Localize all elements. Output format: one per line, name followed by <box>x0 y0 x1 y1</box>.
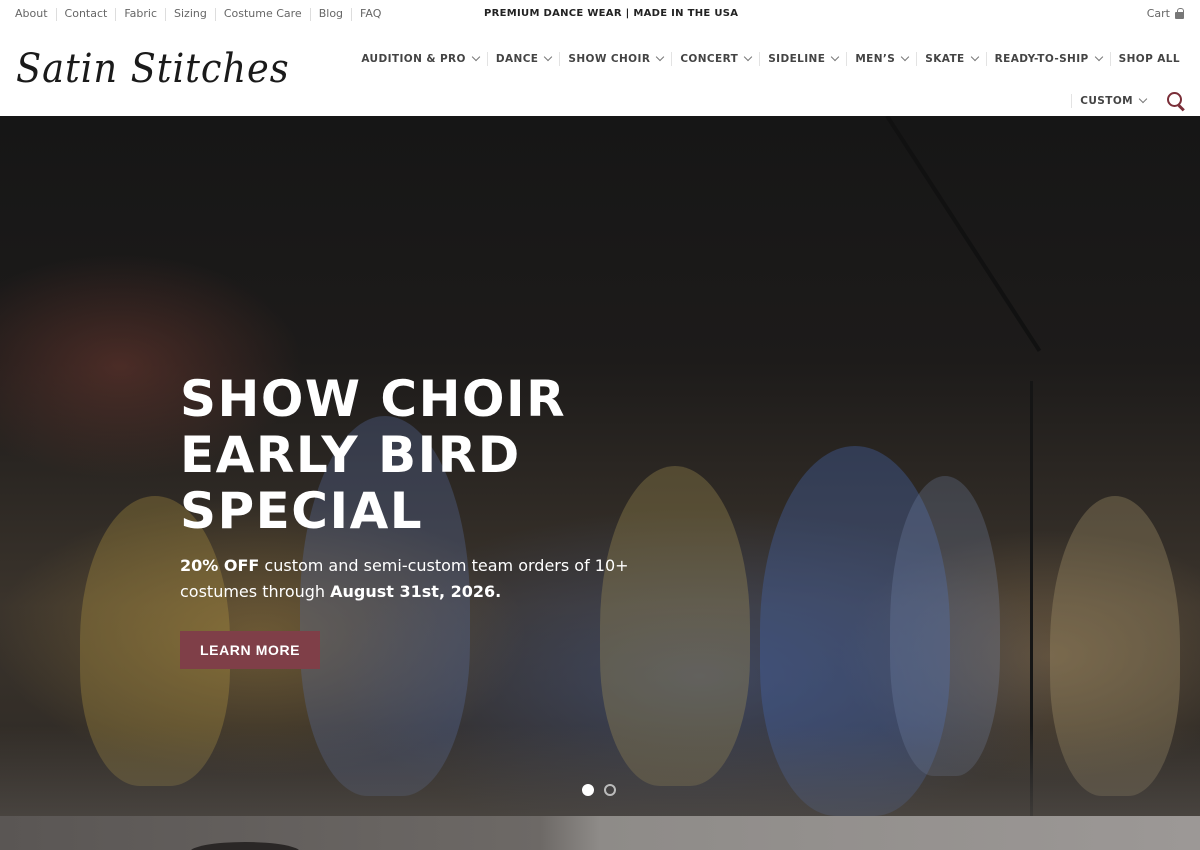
divider <box>214 7 216 21</box>
hero-deadline: August 31st, 2026. <box>330 582 502 601</box>
nav-label: SKATE <box>925 53 965 65</box>
nav-label: CONCERT <box>680 53 739 65</box>
nav-item-shop-all[interactable]: SHOP ALL <box>1109 52 1188 66</box>
next-section-banner <box>0 816 1200 850</box>
nav-item-audition-pro[interactable]: AUDITION & PRO <box>353 52 487 66</box>
cart-label: Cart <box>1146 7 1170 20</box>
divider <box>309 7 311 21</box>
chevron-down-icon <box>831 52 840 62</box>
promo-banner-text: PREMIUM DANCE WEAR | MADE IN THE USA <box>484 8 739 19</box>
divider <box>55 7 57 21</box>
top-link-fabric[interactable]: Fabric <box>124 7 157 21</box>
nav-item-ready-to-ship[interactable]: READY-TO-SHIP <box>985 52 1110 66</box>
nav-label: SIDELINE <box>768 53 826 65</box>
nav-label: AUDITION & PRO <box>361 53 466 65</box>
hero-content: SHOW CHOIR EARLY BIRD SPECIAL 20% OFF cu… <box>180 371 740 669</box>
chevron-down-icon <box>743 52 753 62</box>
site-header: Satin Stitches AUDITION & PRO DANCE SHOW… <box>0 30 1200 116</box>
chevron-down-icon <box>544 52 553 62</box>
chevron-down-icon <box>1138 94 1148 104</box>
top-link-blog[interactable]: Blog <box>319 7 343 21</box>
divider <box>115 7 117 21</box>
learn-more-button[interactable]: LEARN MORE <box>180 631 321 669</box>
site-logo[interactable]: Satin Stitches <box>16 42 326 102</box>
logo-text: Satin Stitches <box>16 46 290 92</box>
divider <box>351 7 353 21</box>
nav-item-sideline[interactable]: SIDELINE <box>759 52 846 66</box>
cart-link[interactable]: Cart <box>1147 7 1185 20</box>
main-nav: AUDITION & PRO DANCE SHOW CHOIR CONCERT … <box>353 52 1188 66</box>
nav-item-show-choir[interactable]: SHOW CHOIR <box>559 52 671 66</box>
top-links: About Contact Fabric Sizing Costume Care… <box>15 7 381 21</box>
hero-discount: 20% OFF <box>180 556 260 575</box>
shopping-bag-icon <box>1174 8 1185 19</box>
nav-item-skate[interactable]: SKATE <box>916 52 985 66</box>
hero-title-line: SHOW CHOIR <box>180 370 567 428</box>
chevron-down-icon <box>970 52 979 62</box>
nav-item-dance[interactable]: DANCE <box>486 52 560 66</box>
nav-label: CUSTOM <box>1080 95 1133 107</box>
divider <box>165 7 166 21</box>
slider-dot-1[interactable] <box>582 784 594 796</box>
nav-item-mens[interactable]: MEN’S <box>846 52 916 66</box>
nav-label: SHOW CHOIR <box>568 53 651 65</box>
search-icon[interactable] <box>1164 91 1188 111</box>
chevron-down-icon <box>901 52 910 62</box>
hero-subtitle: 20% OFF custom and semi-custom team orde… <box>180 553 650 605</box>
nav-item-concert[interactable]: CONCERT <box>671 52 759 66</box>
chevron-down-icon <box>471 52 481 62</box>
top-link-sizing[interactable]: Sizing <box>174 7 207 21</box>
top-link-contact[interactable]: Contact <box>65 7 108 21</box>
chevron-down-icon <box>1094 52 1103 62</box>
hero-title: SHOW CHOIR EARLY BIRD SPECIAL <box>180 371 740 539</box>
secondary-nav: CUSTOM <box>1071 91 1188 111</box>
hero-slider: SHOW CHOIR EARLY BIRD SPECIAL 20% OFF cu… <box>0 116 1200 816</box>
nav-label: READY-TO-SHIP <box>994 53 1089 65</box>
top-bar: About Contact Fabric Sizing Costume Care… <box>0 0 1200 30</box>
top-link-costume-care[interactable]: Costume Care <box>224 7 302 21</box>
hero-title-line: EARLY BIRD <box>180 426 521 484</box>
nav-label: DANCE <box>495 53 539 65</box>
stage-floor <box>0 726 1200 816</box>
slider-dots <box>582 784 616 796</box>
hero-title-line: SPECIAL <box>180 482 424 540</box>
next-section-photo <box>190 842 300 850</box>
chevron-down-icon <box>656 52 665 62</box>
nav-label: MEN’S <box>855 53 896 65</box>
top-link-faq[interactable]: FAQ <box>360 7 381 21</box>
slider-dot-2[interactable] <box>604 784 616 796</box>
nav-label: SHOP ALL <box>1118 53 1180 65</box>
top-link-about[interactable]: About <box>15 7 48 21</box>
microphone-stand <box>885 116 1042 352</box>
nav-item-custom[interactable]: CUSTOM <box>1071 94 1154 108</box>
